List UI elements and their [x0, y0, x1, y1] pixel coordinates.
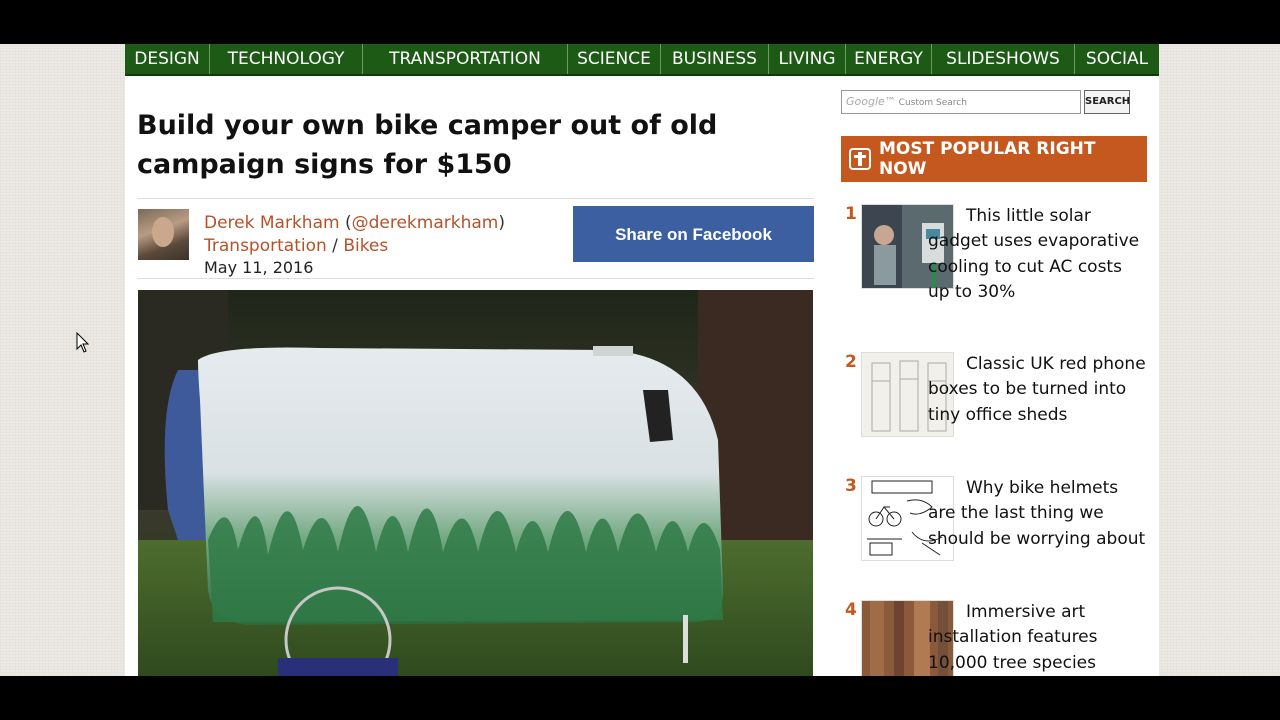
hero-image-bike-camper	[138, 290, 813, 676]
nav-living[interactable]: LIVING	[769, 44, 846, 74]
divider	[137, 198, 814, 199]
author-avatar[interactable]	[138, 209, 189, 260]
nav-slideshows[interactable]: SLIDESHOWS	[932, 44, 1075, 74]
popular-title[interactable]: This little solar gadget uses evaporativ…	[928, 204, 1147, 306]
author-paren-open: (	[339, 213, 352, 233]
popular-title[interactable]: Classic UK red phone boxes to be turned …	[928, 352, 1147, 428]
share-facebook-button[interactable]: Share on Facebook	[573, 206, 814, 262]
author-byline: Derek Markham (@derekmarkham)	[204, 212, 505, 234]
category-link[interactable]: Transportation	[204, 236, 327, 256]
subcategory-link[interactable]: Bikes	[343, 236, 388, 256]
popular-rank: 3	[845, 476, 857, 496]
search-brand: Google™	[846, 95, 896, 108]
star-icon	[849, 148, 871, 170]
category-separator: /	[326, 236, 344, 256]
popular-rank: 4	[845, 600, 857, 620]
article-categories: Transportation / Bikes	[204, 235, 388, 257]
search-input[interactable]: Google™ Custom Search	[841, 90, 1081, 114]
page-content: DESIGN TECHNOLOGY TRANSPORTATION SCIENCE…	[125, 44, 1159, 676]
popular-title[interactable]: Why bike helmets are the last thing we s…	[928, 476, 1147, 552]
article-date: May 11, 2016	[204, 258, 314, 277]
popular-item[interactable]: 1 This little solar gadget uses evaporat…	[841, 204, 1147, 334]
popular-item[interactable]: 3 Why bike helmets are the last thing we	[841, 476, 1147, 586]
search-button[interactable]: SEARCH	[1084, 90, 1130, 114]
nav-social[interactable]: SOCIAL	[1075, 44, 1159, 74]
nav-business[interactable]: BUSINESS	[661, 44, 769, 74]
author-name-link[interactable]: Derek Markham	[204, 213, 340, 233]
hero-image-drawing	[138, 290, 813, 676]
popular-item[interactable]: 2 Classic UK red phone boxes to be turne…	[841, 352, 1147, 462]
nav-transportation[interactable]: TRANSPORTATION	[363, 44, 568, 74]
author-handle-link[interactable]: @derekmarkham	[352, 213, 499, 233]
most-popular-title: MOST POPULAR RIGHT NOW	[879, 139, 1096, 179]
browser-viewport: DESIGN TECHNOLOGY TRANSPORTATION SCIENCE…	[0, 44, 1280, 676]
nav-science[interactable]: SCIENCE	[568, 44, 661, 74]
popular-item[interactable]: 4 Immersive art installation features 10…	[841, 600, 1147, 676]
article-title: Build your own bike camper out of old ca…	[137, 110, 718, 180]
divider	[137, 278, 814, 279]
main-nav: DESIGN TECHNOLOGY TRANSPORTATION SCIENCE…	[125, 44, 1159, 76]
cursor-icon	[76, 332, 90, 353]
nav-energy[interactable]: ENERGY	[846, 44, 932, 74]
most-popular-header: MOST POPULAR RIGHT NOW	[841, 136, 1147, 182]
popular-rank: 1	[845, 204, 857, 224]
popular-title[interactable]: Immersive art installation features 10,0…	[928, 600, 1147, 676]
popular-rank: 2	[845, 352, 857, 372]
search-placeholder: Custom Search	[898, 98, 967, 108]
nav-technology[interactable]: TECHNOLOGY	[210, 44, 363, 74]
author-paren-close: )	[498, 213, 505, 233]
nav-design[interactable]: DESIGN	[125, 44, 210, 74]
